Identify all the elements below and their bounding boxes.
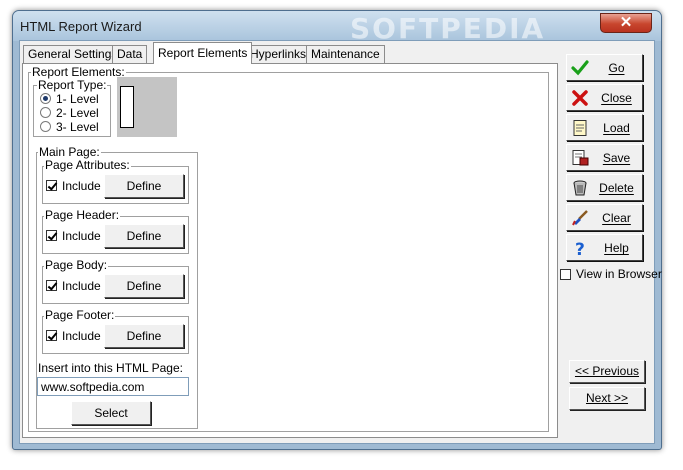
close-button-label: Close bbox=[601, 91, 632, 105]
document-icon bbox=[573, 120, 587, 136]
window-close-button[interactable]: ✕ bbox=[600, 13, 652, 33]
radio-1-level-label: 1- Level bbox=[56, 92, 99, 106]
red-x-icon bbox=[572, 90, 588, 106]
load-button-label: Load bbox=[603, 121, 630, 135]
go-button[interactable]: Go bbox=[566, 54, 643, 81]
page-body-define-button[interactable]: Define bbox=[104, 274, 184, 298]
page-attributes-define-button[interactable]: Define bbox=[104, 174, 184, 198]
page-footer-label: Page Footer: bbox=[44, 308, 116, 322]
page-footer-define-button[interactable]: Define bbox=[104, 324, 184, 348]
view-in-browser-label: View in Browser bbox=[576, 267, 662, 281]
previous-button-label: << Previous bbox=[574, 364, 640, 378]
page-body-include-label: Include bbox=[62, 279, 101, 293]
load-button[interactable]: Load bbox=[566, 114, 643, 141]
preview-page-icon bbox=[120, 86, 134, 128]
save-button-label: Save bbox=[602, 151, 631, 165]
next-button-label: Next >> bbox=[585, 391, 629, 405]
trash-icon bbox=[573, 180, 587, 196]
page-body-label: Page Body: bbox=[44, 258, 109, 272]
close-icon: ✕ bbox=[619, 14, 633, 31]
report-type-label: Report Type: bbox=[37, 78, 108, 92]
tab-report-elements[interactable]: Report Elements bbox=[153, 42, 253, 64]
check-mark-icon bbox=[47, 330, 58, 341]
tab-hyperlinks[interactable]: Hyperlinks bbox=[245, 45, 312, 63]
delete-button[interactable]: Delete bbox=[566, 174, 643, 201]
tab-maintenance[interactable]: Maintenance bbox=[306, 45, 385, 63]
select-button[interactable]: Select bbox=[71, 401, 151, 425]
page-attributes-include-label: Include bbox=[62, 179, 101, 193]
insert-page-label: Insert into this HTML Page: bbox=[38, 361, 183, 375]
radio-2-level[interactable] bbox=[40, 107, 51, 118]
page-header-define-button[interactable]: Define bbox=[104, 224, 184, 248]
delete-button-label: Delete bbox=[599, 181, 634, 195]
save-document-icon bbox=[572, 150, 589, 166]
view-in-browser-checkbox[interactable] bbox=[560, 269, 571, 280]
question-icon: ? bbox=[575, 240, 585, 257]
previous-button[interactable]: << Previous bbox=[569, 360, 645, 383]
checkmark-icon bbox=[571, 60, 589, 76]
page-header-label: Page Header: bbox=[44, 208, 121, 222]
check-mark-icon bbox=[47, 280, 58, 291]
brush-icon bbox=[572, 210, 588, 226]
radio-3-level[interactable] bbox=[40, 121, 51, 132]
radio-2-level-label: 2- Level bbox=[56, 106, 99, 120]
clear-button-label: Clear bbox=[602, 211, 631, 225]
radio-3-level-label: 3- Level bbox=[56, 120, 99, 134]
go-button-label: Go bbox=[608, 61, 625, 75]
page-body-include-checkbox[interactable] bbox=[46, 280, 58, 291]
help-button-label: Help bbox=[604, 241, 629, 255]
page-attributes-include-checkbox[interactable] bbox=[46, 180, 58, 191]
clear-button[interactable]: Clear bbox=[566, 204, 643, 231]
page-footer-include-checkbox[interactable] bbox=[46, 330, 58, 341]
tab-data[interactable]: Data bbox=[112, 45, 148, 63]
insert-page-input[interactable]: www.softpedia.com bbox=[37, 377, 189, 396]
page-header-include-checkbox[interactable] bbox=[46, 230, 58, 241]
page-attributes-label: Page Attributes: bbox=[44, 158, 131, 172]
check-mark-icon bbox=[47, 180, 58, 191]
help-button[interactable]: ? Help bbox=[566, 234, 643, 261]
radio-1-level[interactable] bbox=[40, 93, 51, 104]
next-button[interactable]: Next >> bbox=[569, 387, 645, 410]
close-button[interactable]: Close bbox=[566, 84, 643, 111]
window-title: HTML Report Wizard bbox=[20, 19, 142, 34]
tab-general-settings[interactable]: General Settings bbox=[23, 45, 123, 63]
page-footer-include-label: Include bbox=[62, 329, 101, 343]
save-button[interactable]: Save bbox=[566, 144, 643, 171]
radio-selected-dot bbox=[43, 96, 48, 101]
page-header-include-label: Include bbox=[62, 229, 101, 243]
svg-text:?: ? bbox=[575, 240, 585, 257]
check-mark-icon bbox=[47, 230, 58, 241]
